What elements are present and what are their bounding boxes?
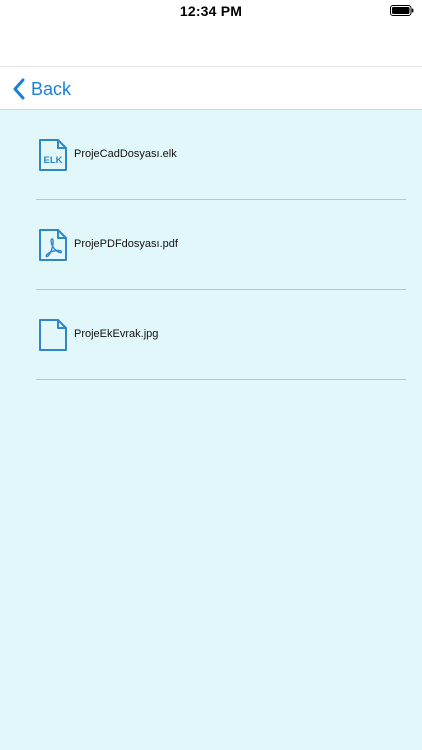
pdf-file-icon	[39, 229, 67, 261]
back-button[interactable]: Back	[12, 77, 71, 101]
file-row-jpg[interactable]: ProjeEkEvrak.jpg	[36, 290, 406, 380]
file-name: ProjeCadDosyası.elk	[74, 148, 177, 160]
file-row-elk[interactable]: ELK ProjeCadDosyası.elk	[36, 110, 406, 200]
navigation-bar: Back	[0, 66, 422, 110]
chevron-left-icon	[13, 78, 25, 100]
file-name: ProjePDFdosyası.pdf	[74, 238, 178, 250]
status-time: 12:34 PM	[179, 3, 243, 19]
file-row-pdf[interactable]: ProjePDFdosyası.pdf	[36, 200, 406, 290]
elk-badge: ELK	[44, 155, 63, 166]
file-name: ProjeEkEvrak.jpg	[74, 328, 159, 340]
document-file-icon	[39, 319, 67, 351]
status-bar: 12:34 PM	[0, 0, 422, 22]
battery-icon	[390, 5, 414, 16]
elk-file-icon: ELK	[39, 139, 67, 171]
row-divider	[36, 379, 406, 380]
file-list: ELK ProjeCadDosyası.elk ProjePDFdosyası.…	[0, 110, 422, 750]
back-label: Back	[31, 78, 72, 99]
